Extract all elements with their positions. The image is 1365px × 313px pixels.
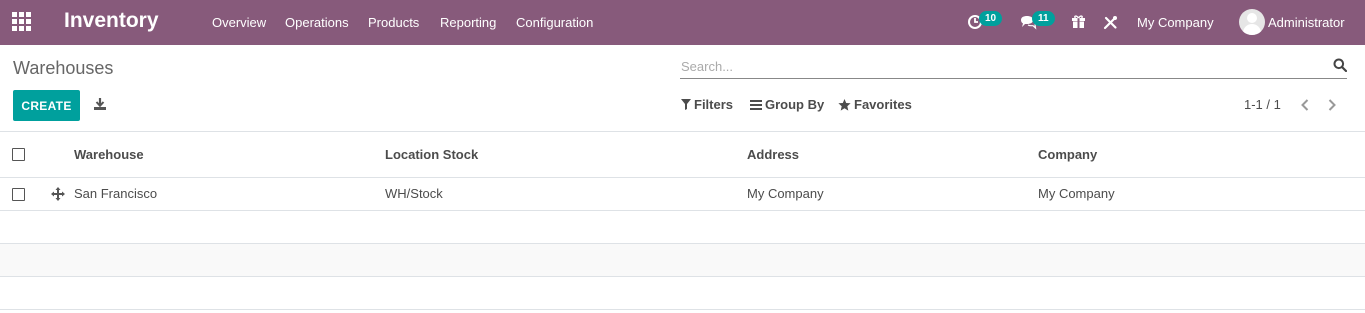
cell-address: My Company [747,186,824,201]
download-icon[interactable] [93,97,107,111]
filters-button[interactable]: Filters [681,97,733,112]
row-checkbox[interactable] [12,188,25,201]
pager-value[interactable]: 1-1 / 1 [1244,97,1281,112]
cell-warehouse: San Francisco [74,186,158,201]
menu-operations[interactable]: Operations [285,0,349,45]
table-row[interactable]: San Francisco WH/Stock My Company My Com… [0,178,1365,211]
gift-icon[interactable] [1071,14,1086,29]
warehouses-table: Warehouse Location Stock Address Company… [0,131,1365,310]
select-all-checkbox[interactable] [12,148,25,161]
menu-reporting[interactable]: Reporting [440,0,496,45]
menu-overview[interactable]: Overview [212,0,266,45]
group-by-button[interactable]: Group By [750,97,824,112]
menu-products[interactable]: Products [368,0,419,45]
column-header-warehouse[interactable]: Warehouse [74,132,144,178]
apps-grid-icon[interactable] [12,12,32,32]
user-menu[interactable]: Administrator [1268,0,1345,45]
table-header: Warehouse Location Stock Address Company [0,132,1365,178]
star-icon [838,98,851,111]
messages-count-badge: 11 [1032,11,1055,26]
filters-label: Filters [694,97,734,112]
empty-table-row [0,277,1365,310]
column-header-address[interactable]: Address [747,132,799,178]
top-navbar: Inventory Overview Operations Products R… [0,0,1365,45]
company-switcher[interactable]: My Company [1137,0,1214,45]
column-header-company[interactable]: Company [1038,132,1097,178]
user-avatar[interactable] [1239,9,1265,35]
favorites-label: Favorites [854,97,912,112]
chevron-right-icon[interactable] [1325,97,1339,113]
cell-company: My Company [1038,186,1115,201]
favorites-button[interactable]: Favorites [838,97,912,112]
breadcrumb: Warehouses [13,58,114,78]
group-by-bars-icon [750,99,762,110]
activity-count-badge: 10 [979,11,1003,26]
column-header-location-stock[interactable]: Location Stock [385,132,478,178]
empty-table-row [0,244,1365,277]
cell-location-stock: WH/Stock [385,186,443,201]
tools-debug-icon[interactable] [1103,15,1118,30]
filter-funnel-icon [681,99,691,110]
group-by-label: Group By [765,97,825,112]
empty-table-row [0,211,1365,244]
chevron-left-icon[interactable] [1298,97,1312,113]
menu-configuration[interactable]: Configuration [516,0,593,45]
search-bar [680,53,1347,79]
search-input[interactable] [681,55,1311,77]
search-icon[interactable] [1333,58,1347,72]
app-title[interactable]: Inventory [64,9,159,33]
create-button[interactable]: CREATE [13,90,80,121]
drag-handle-icon[interactable] [51,187,65,201]
